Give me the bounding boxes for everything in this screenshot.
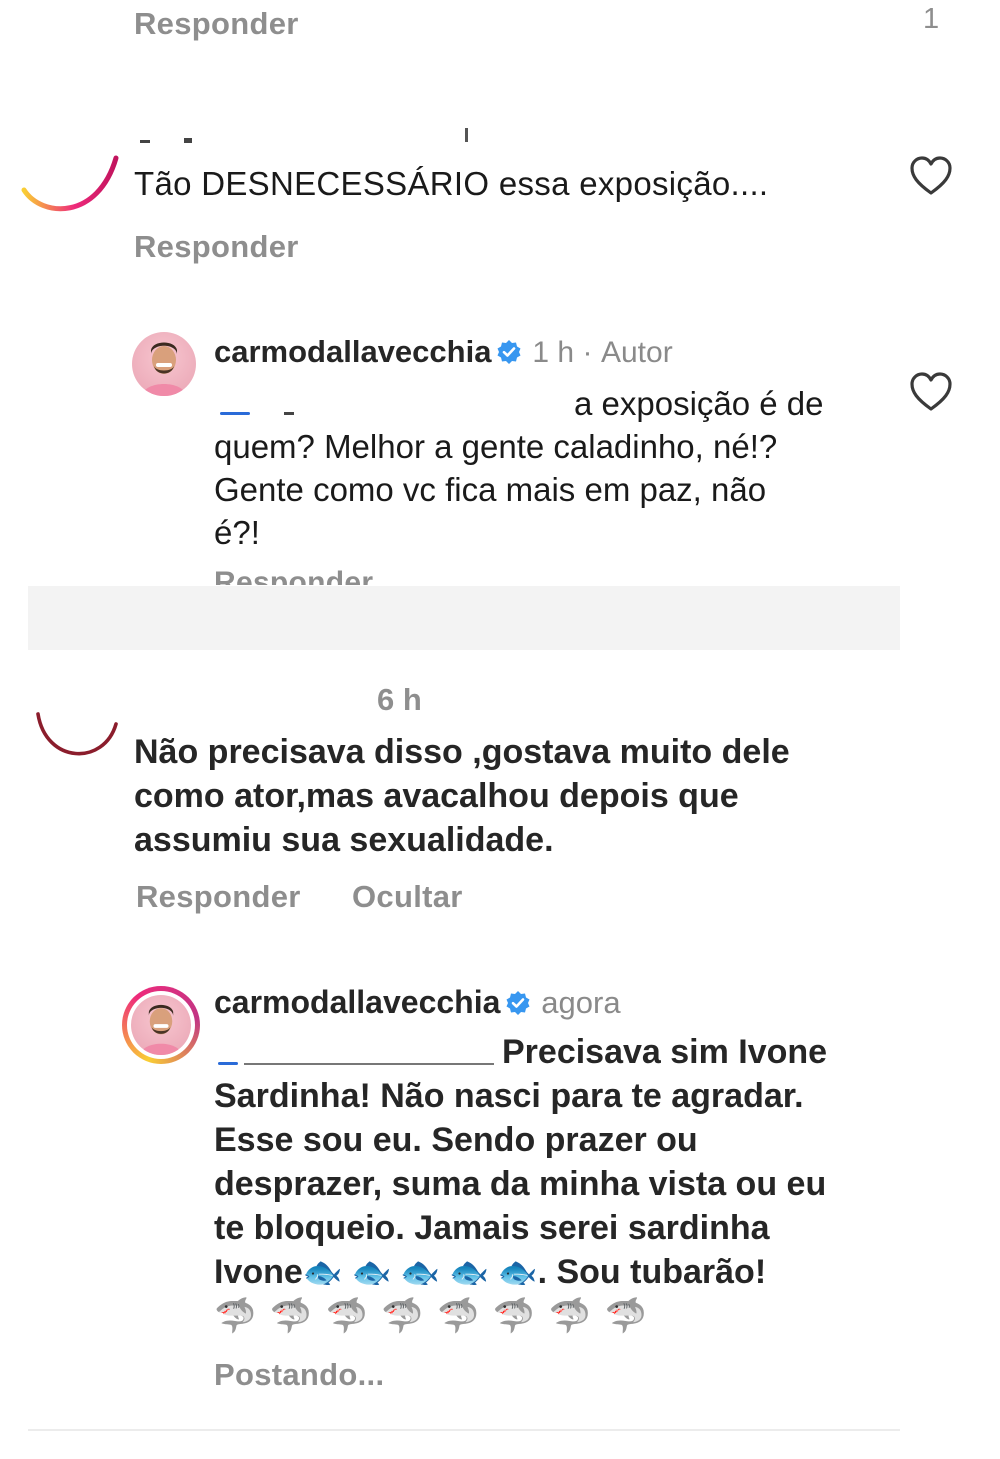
avatar-story-ring[interactable] bbox=[122, 986, 200, 1064]
reply-text-line: quem? Melhor a gente caladinho, né!? bbox=[214, 428, 778, 465]
reply-text-line: Gente como vc fica mais em paz, não bbox=[214, 471, 767, 508]
comment-text: Tão DESNECESSÁRIO essa exposição.... bbox=[134, 165, 769, 202]
reply-text-line: é?! bbox=[214, 514, 260, 551]
reply-text-line: te bloqueio. Jamais serei sardinha bbox=[214, 1209, 770, 1247]
comment-text-line: Não precisava disso ,gostava muito dele bbox=[134, 733, 790, 771]
like-count: 1 bbox=[923, 3, 940, 35]
avatar bbox=[131, 995, 191, 1055]
profile-photo-icon bbox=[140, 1004, 182, 1055]
timestamp: 6 h bbox=[377, 682, 422, 717]
reply-button[interactable]: Responder bbox=[134, 6, 299, 42]
reply-text-line: a exposição é de bbox=[574, 385, 824, 422]
reply-header: carmodallavecchia agora bbox=[214, 984, 621, 1021]
reply-text-line: Esse sou eu. Sendo prazer ou bbox=[214, 1121, 698, 1159]
reply-text: Precisava sim Ivone Sardinha! Não nasci … bbox=[214, 1030, 914, 1338]
shark-emoji-icon: 🦈 🦈 🦈 🦈 🦈 🦈 🦈 🦈 bbox=[214, 1297, 649, 1335]
hide-button[interactable]: Ocultar bbox=[352, 879, 463, 915]
like-heart-icon[interactable] bbox=[909, 156, 953, 196]
profile-photo-icon bbox=[142, 342, 186, 396]
comment-text: Não precisava disso ,gostava muito dele … bbox=[134, 730, 894, 862]
redacted-username bbox=[140, 128, 470, 144]
reply-text-line: Sardinha! Não nasci para te agradar. bbox=[214, 1077, 804, 1115]
author-badge: Autor bbox=[600, 336, 673, 369]
avatar[interactable] bbox=[132, 332, 196, 396]
fish-emoji-icon: 🐟 🐟 🐟 🐟 🐟 bbox=[302, 1254, 538, 1290]
posting-status: Postando... bbox=[214, 1357, 385, 1392]
timestamp: agora bbox=[541, 985, 621, 1020]
reply-button[interactable]: Responder bbox=[136, 879, 301, 915]
reply-text-line: . Sou tubarão! bbox=[537, 1253, 767, 1291]
avatar-story-ring[interactable] bbox=[32, 708, 122, 764]
separator: · bbox=[582, 336, 593, 369]
reply-header: carmodallavecchia 1 h · Autor bbox=[214, 334, 673, 370]
like-heart-icon[interactable] bbox=[909, 372, 953, 412]
reply-button[interactable]: Responder bbox=[134, 229, 299, 265]
reply-text-line: Precisava sim Ivone bbox=[502, 1033, 828, 1071]
username[interactable]: carmodallavecchia bbox=[214, 984, 500, 1020]
timestamp: 1 h bbox=[532, 336, 575, 369]
reply-button-cropped[interactable]: Responder bbox=[214, 566, 373, 585]
reply-text: a exposição é de quem? Melhor a gente ca… bbox=[214, 382, 874, 554]
comment-text-line: assumiu sua sexualidade. bbox=[134, 821, 554, 859]
verified-badge-icon bbox=[497, 340, 521, 364]
divider bbox=[28, 1429, 900, 1431]
verified-badge-icon bbox=[506, 991, 530, 1015]
screenshot-divider bbox=[28, 586, 900, 650]
avatar-story-ring[interactable] bbox=[18, 150, 122, 220]
reply-text-line: desprazer, suma da minha vista ou eu bbox=[214, 1165, 827, 1203]
username[interactable]: carmodallavecchia bbox=[214, 334, 491, 369]
comment-text-line: como ator,mas avacalhou depois que bbox=[134, 777, 739, 815]
reply-text-line: Ivone bbox=[214, 1253, 303, 1291]
